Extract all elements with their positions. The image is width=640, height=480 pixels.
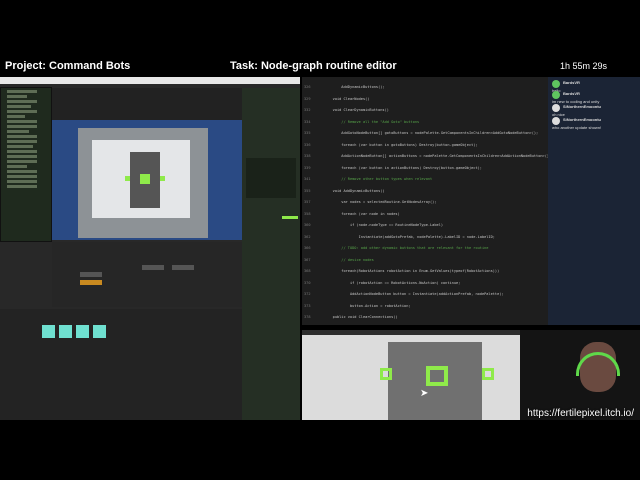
chat-user: SiNorthernEmoontu <box>563 104 601 109</box>
mouse-cursor-icon: ➤ <box>420 388 429 399</box>
asset-icon[interactable] <box>76 325 89 338</box>
line-number: 378 <box>304 315 311 319</box>
line-number: 368 <box>304 269 311 273</box>
code-line: void ClearNodes() <box>324 96 370 101</box>
line-number: 367 <box>304 257 311 262</box>
code-line: foreach (var button in gotoButtons) Dest… <box>324 142 478 147</box>
line-number: 358 <box>304 211 311 216</box>
asset-row <box>42 325 110 343</box>
chat-user: BardsVR <box>563 91 580 96</box>
line-number: 370 <box>304 280 311 285</box>
code-line: void AddDynamicButtons() <box>324 188 385 193</box>
webcam <box>520 330 640 420</box>
graph-node[interactable] <box>172 265 194 270</box>
unity-title-bar <box>0 77 300 84</box>
game-toolbar <box>302 330 520 335</box>
animator-graph[interactable] <box>52 242 242 307</box>
code-line: // TODO: add other dynamic buttons that … <box>324 246 489 250</box>
code-line: if (node.nodeType == RoutineNodeType.Lab… <box>324 223 443 227</box>
avatar <box>552 80 560 88</box>
code-line: var nodes = selectedRoutine.GetNodesArra… <box>324 200 437 204</box>
graph-node[interactable] <box>142 265 164 270</box>
code-line: AddActionNodeButton button = Instantiate… <box>324 292 504 296</box>
project-title: Project: Command Bots <box>5 60 131 72</box>
code-line: foreach (var node in nodes) <box>324 211 400 216</box>
code-line: if (robotAction == RobotActions.NoAction… <box>324 280 461 285</box>
code-line: // device nodes <box>324 257 374 262</box>
code-line: // Remove all the "Add Goto" buttons <box>324 119 420 124</box>
avatar <box>552 91 560 99</box>
code-line: foreach (var button in actionButtons) De… <box>324 165 482 170</box>
unity-editor-window <box>0 77 300 420</box>
line-number: 335 <box>304 131 311 135</box>
line-number: 329 <box>304 96 311 101</box>
chat-text: who another update shown! <box>552 125 602 130</box>
line-number: 339 <box>304 165 311 170</box>
inspector-bar <box>282 216 298 219</box>
robot-icon <box>140 174 150 184</box>
line-number: 341 <box>304 177 311 181</box>
chat-user: BardsVR <box>563 80 580 85</box>
game-view[interactable]: ➤ <box>302 330 520 420</box>
scene-view[interactable] <box>52 88 242 240</box>
chat-panel: BardsVRhello BardsVRim new to coding and… <box>548 77 640 325</box>
code-line: // Remove other button types when releva… <box>324 177 433 181</box>
robot-icon <box>426 366 448 386</box>
code-line: public void ClearConnections() <box>324 315 398 319</box>
graph-node[interactable] <box>80 280 102 285</box>
avatar <box>552 117 560 125</box>
asset-icon[interactable] <box>42 325 55 338</box>
hierarchy-panel[interactable] <box>0 87 52 242</box>
chat-message: SiNorthernEmoontu who another update show… <box>552 117 636 130</box>
robot-sprite <box>125 152 165 208</box>
code-line: AddDynamicButtons(); <box>324 85 385 89</box>
line-number: 372 <box>304 292 311 296</box>
handle-right[interactable] <box>160 176 165 181</box>
avatar <box>552 104 560 112</box>
room <box>78 128 208 238</box>
handle-left[interactable] <box>380 368 392 380</box>
code-line: AddActionNodeButton[] actionButtons = no… <box>324 154 552 158</box>
inspector-panel[interactable] <box>242 88 300 420</box>
line-number: 362 <box>304 234 311 239</box>
line-number: 373 <box>304 303 311 308</box>
line-number: 355 <box>304 188 311 193</box>
asset-icon[interactable] <box>59 325 72 338</box>
handle-right[interactable] <box>482 368 494 380</box>
asset-icon[interactable] <box>93 325 106 338</box>
level-map <box>52 120 242 240</box>
line-number: 334 <box>304 119 311 124</box>
chat-message: SiNorthernEmoontu oh nice <box>552 104 636 117</box>
line-number: 338 <box>304 154 311 158</box>
stream-timer: 1h 55m 29s <box>560 61 608 71</box>
line-number: 357 <box>304 200 311 204</box>
code-line: button.Action = robotAction; <box>324 303 411 308</box>
code-line: AddGotoNodeButton[] gotoButtons = nodePa… <box>324 131 539 135</box>
line-number: 326 <box>304 85 311 89</box>
code-line: foreach(RobotActions robotAction in Enum… <box>324 269 500 273</box>
room-floor <box>92 140 190 218</box>
handle-left[interactable] <box>125 176 130 181</box>
code-editor[interactable]: 326 AddDynamicButtons(); 329 void ClearNo… <box>302 77 552 325</box>
code-line: void ClearDynamicButtons() <box>324 108 389 112</box>
task-title: Task: Node-graph routine editor <box>230 60 397 72</box>
chat-user: SiNorthernEmoontu <box>563 117 601 122</box>
stream-url: https://fertilepixel.itch.io/ <box>527 408 634 419</box>
line-number: 360 <box>304 223 311 227</box>
graph-node[interactable] <box>80 272 102 277</box>
inspector-list <box>246 158 296 198</box>
code-line: Instantiate(addGotoPrefab, nodePalette).… <box>324 234 495 239</box>
line-number: 336 <box>304 142 311 147</box>
line-number: 332 <box>304 108 311 112</box>
chat-message: BardsVR im new to coding and unity <box>552 91 636 104</box>
project-panel[interactable] <box>0 309 242 420</box>
line-number: 366 <box>304 246 311 250</box>
